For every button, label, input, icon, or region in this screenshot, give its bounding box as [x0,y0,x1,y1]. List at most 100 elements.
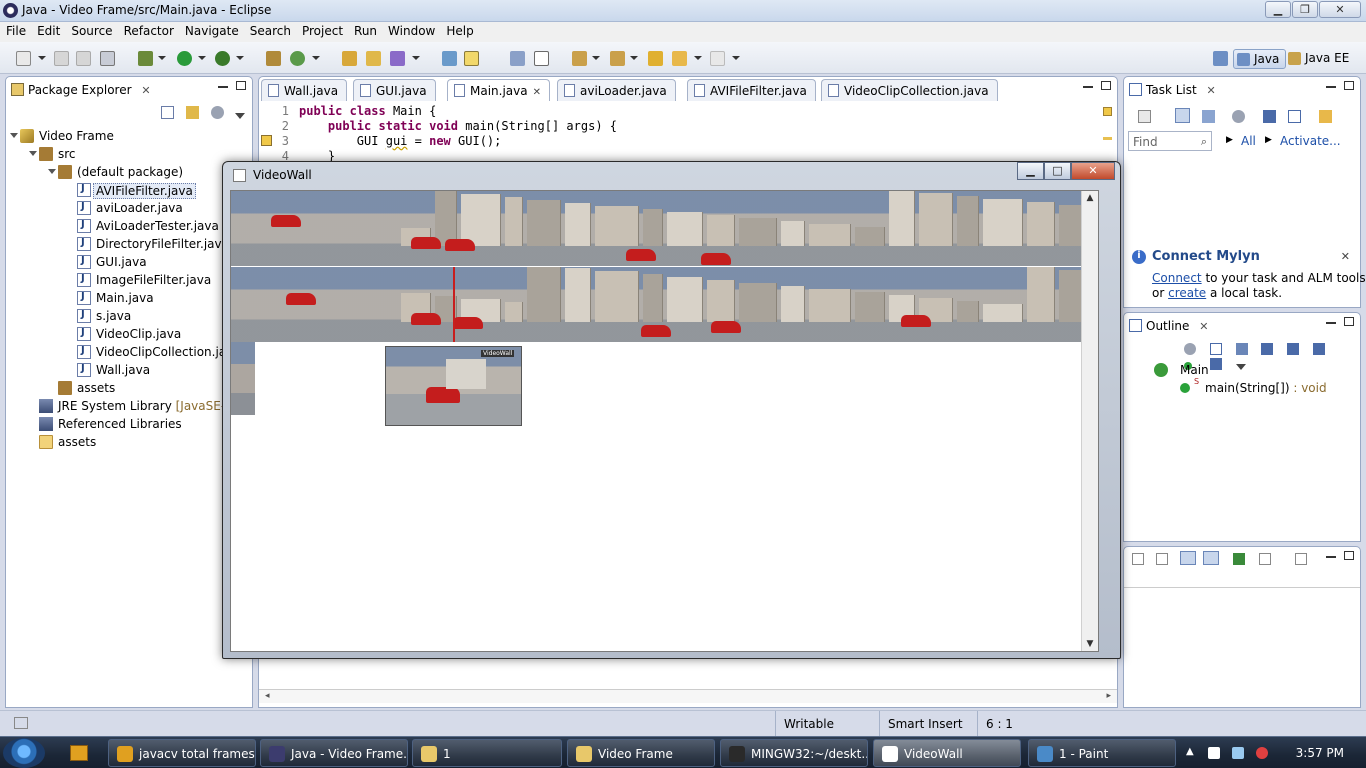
chevron-down-icon[interactable] [236,56,244,60]
media-player-icon[interactable] [70,745,88,761]
videowall-window[interactable]: VideoWall ▁ □ ✕ VideoWall ▲ ▼ [222,161,1121,659]
overview-marker-icon[interactable] [1103,137,1112,140]
task-find-field[interactable]: Find ⌕ [1128,131,1212,151]
menu-search[interactable]: Search [250,22,297,42]
editor-tab[interactable]: aviLoader.java [557,79,676,101]
maximize-icon[interactable] [236,81,246,90]
tree-item[interactable]: Main.java [6,289,252,307]
network-icon[interactable] [1232,747,1244,759]
maximize-icon[interactable] [1344,317,1354,326]
open-task-icon[interactable] [366,51,381,66]
next-annotation-icon[interactable] [572,51,587,66]
start-button[interactable] [3,738,45,768]
maximize-icon[interactable] [1344,81,1354,90]
scroll-left-icon[interactable]: ◂ [265,691,270,701]
activate-task-link[interactable]: Activate... [1280,134,1341,148]
tree-item[interactable]: VideoClipCollection.java [6,343,252,361]
back-icon[interactable] [672,51,687,66]
pin-icon[interactable] [1132,553,1144,565]
chevron-down-icon[interactable] [412,56,420,60]
action-center-icon[interactable] [1208,747,1220,759]
expand-toggle-icon[interactable] [48,169,56,174]
menu-file[interactable]: File [6,22,32,42]
tree-item[interactable]: src [6,145,252,163]
close-icon[interactable]: ✕ [1199,320,1208,333]
tab-outline[interactable]: Outline ✕ [1124,313,1216,337]
taskbar-item[interactable]: MINGW32:~/deskt... [720,739,868,767]
collapse-all-icon[interactable] [1288,110,1302,123]
tab-package-explorer[interactable]: Package Explorer ✕ [6,77,159,101]
tree-item[interactable]: assets [6,433,252,451]
open-perspective-icon[interactable] [1213,51,1228,66]
tree-item[interactable]: VideoClip.java [6,325,252,343]
new-icon[interactable] [16,51,31,66]
previous-annotation-icon[interactable] [610,51,625,66]
block-selection-icon[interactable] [510,51,525,66]
taskbar-item[interactable]: Java - Video Frame... [260,739,408,767]
new-java-project-icon[interactable] [266,51,281,66]
save-icon[interactable] [54,51,69,66]
filter-completed-icon[interactable] [1263,110,1277,123]
video-frame-strip-1[interactable] [231,191,1098,266]
hide-fields-icon[interactable] [1261,343,1274,355]
external-tools-icon[interactable] [215,51,230,66]
tree-item[interactable]: (default package) [6,163,252,181]
video-clip-thumbnail[interactable]: VideoWall [385,346,522,426]
minimize-icon[interactable] [218,86,228,88]
taskbar-item[interactable]: VideoWall [873,739,1021,767]
search-icon[interactable]: ⌕ [1201,135,1207,149]
minimize-icon[interactable] [1326,556,1336,558]
minimize-icon[interactable] [1326,322,1336,324]
horizontal-scrollbar[interactable]: ◂ ▸ [259,689,1117,703]
scroll-right-icon[interactable]: ▸ [1106,691,1111,701]
maximize-icon[interactable] [1344,551,1354,560]
show-hidden-icons-icon[interactable]: ▲ [1186,746,1194,757]
outline-class-name[interactable]: Main [1180,363,1209,377]
taskbar-item[interactable]: 1 - Paint [1028,739,1176,767]
chevron-down-icon[interactable] [592,56,600,60]
minimize-icon[interactable] [1083,86,1093,88]
connect-link[interactable]: Connect [1152,271,1202,285]
menu-edit[interactable]: Edit [37,22,66,42]
search-icon[interactable] [390,51,405,66]
scroll-lock-icon[interactable] [1179,551,1196,565]
collapse-all-icon[interactable] [161,106,174,119]
tree-item[interactable]: AviLoaderTester.java [6,217,252,235]
tree-item[interactable]: DirectoryFileFilter.java [6,235,252,253]
menu-help[interactable]: Help [446,22,479,42]
toggle-mark-occurrences-icon[interactable] [442,51,457,66]
videowall-close-button[interactable]: ✕ [1071,162,1115,180]
tree-item[interactable]: AVIFileFilter.java [6,181,252,199]
chevron-down-icon[interactable] [38,56,46,60]
scroll-up-icon[interactable]: ▲ [1084,193,1096,205]
playhead-marker[interactable] [453,267,455,342]
tree-item[interactable]: s.java [6,307,252,325]
editor-tab[interactable]: VideoClipCollection.java [821,79,998,101]
maximize-button[interactable]: ❐ [1292,1,1318,18]
tree-item[interactable]: ImageFileFilter.java [6,271,252,289]
link-icon[interactable] [1209,358,1222,370]
close-icon[interactable]: ✕ [141,84,150,97]
taskbar-item[interactable]: Video Frame [567,739,715,767]
fast-view-icon[interactable] [14,717,28,729]
view-menu-icon[interactable] [1235,364,1246,370]
filters-icon[interactable] [210,106,224,119]
code-line[interactable]: 2 public static void main(String[] args)… [259,119,1089,134]
print-icon[interactable] [100,51,115,66]
hide-static-icon[interactable] [1287,343,1300,355]
menu-run[interactable]: Run [354,22,383,42]
tree-item[interactable]: assets [6,379,252,397]
menu-source[interactable]: Source [71,22,118,42]
all-tasks-link[interactable]: All [1241,134,1256,148]
tab-task-list[interactable]: Task List ✕ [1124,77,1224,101]
close-icon[interactable]: ✕ [1341,250,1350,263]
outline-method[interactable]: main(String[]) : void [1205,381,1327,395]
tree-item[interactable]: GUI.java [6,253,252,271]
chevron-down-icon[interactable] [312,56,320,60]
debug-icon[interactable] [138,51,153,66]
new-task-icon[interactable] [1138,110,1151,123]
chevron-down-icon[interactable] [732,56,740,60]
overview-warning-icon[interactable] [1103,107,1112,116]
link-with-editor-icon[interactable] [185,106,199,119]
editor-tab[interactable]: AVIFileFilter.java [687,79,816,101]
